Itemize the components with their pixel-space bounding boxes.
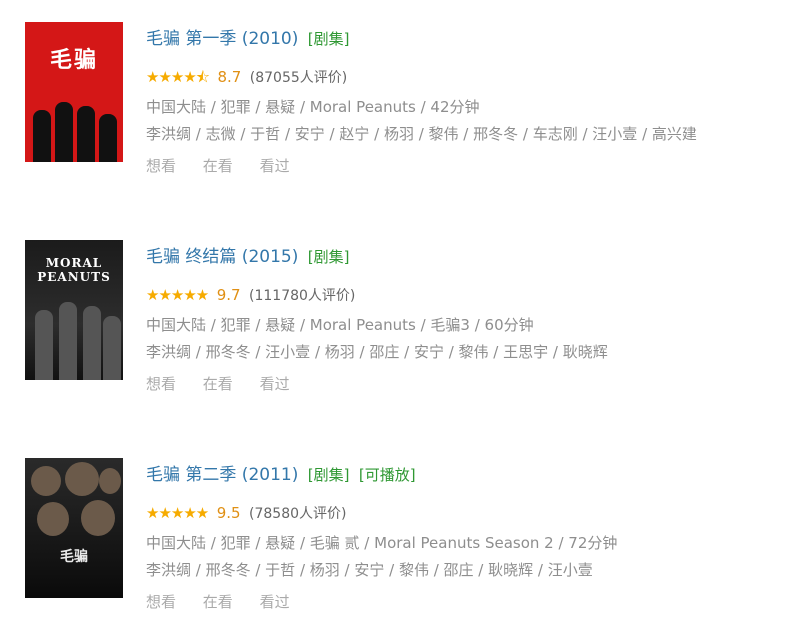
poster-image[interactable]: 毛骗: [25, 22, 123, 162]
rating-stars: ★★★★★: [146, 504, 209, 522]
item-meta: 中国大陆 / 犯罪 / 悬疑 / Moral Peanuts / 毛骗3 / 6…: [146, 316, 534, 334]
tag-playable[interactable]: [可播放]: [359, 466, 416, 484]
poster-image[interactable]: MORAL PEANUTS: [25, 240, 123, 380]
watched-button[interactable]: 看过: [260, 593, 290, 611]
want-to-watch-button[interactable]: 想看: [146, 593, 176, 611]
rating-score: 9.5: [216, 504, 241, 522]
want-to-watch-button[interactable]: 想看: [146, 375, 176, 393]
item-meta: 中国大陆 / 犯罪 / 悬疑 / Moral Peanuts / 42分钟: [146, 98, 480, 116]
rating-stars: ★★★★⯪: [146, 68, 210, 86]
rating-count: (78580人评价): [249, 506, 347, 522]
rating-count: (111780人评价): [249, 288, 356, 304]
result-item: MORAL PEANUTS 毛骗 终结篇 (2015) [剧集] ★★★★★ 9…: [0, 218, 794, 408]
poster-title: 毛骗: [49, 47, 98, 73]
search-result-list: 毛骗 毛骗 第一季 (2010) [剧集] ★★★★⯪ 8.7 (87055人评…: [0, 0, 794, 640]
rating-count: (87055人评价): [249, 70, 348, 86]
watching-button[interactable]: 在看: [203, 593, 233, 611]
item-title-link[interactable]: 毛骗 终结篇 (2015): [146, 247, 298, 267]
watched-button[interactable]: 看过: [260, 157, 290, 175]
poster-image[interactable]: 毛骗: [25, 458, 123, 598]
item-meta: 中国大陆 / 犯罪 / 悬疑 / 毛骗 贰 / Moral Peanuts Se…: [146, 534, 618, 552]
rating-score: 8.7: [217, 68, 242, 86]
result-item: 毛骗 毛骗 第二季 (2011) [剧集] [可播放] ★★★★★ 9.5 (7…: [0, 436, 794, 626]
poster-title: MORAL PEANUTS: [37, 256, 111, 284]
rating-stars: ★★★★★: [146, 286, 209, 304]
watching-button[interactable]: 在看: [203, 157, 233, 175]
item-title-link[interactable]: 毛骗 第二季 (2011): [146, 465, 298, 485]
tag-series[interactable]: [剧集]: [308, 30, 350, 48]
watched-button[interactable]: 看过: [260, 375, 290, 393]
result-item: 毛骗 毛骗 第一季 (2010) [剧集] ★★★★⯪ 8.7 (87055人评…: [0, 0, 794, 190]
item-cast: 李洪绸 / 志微 / 于哲 / 安宁 / 赵宁 / 杨羽 / 黎伟 / 邢冬冬 …: [146, 125, 697, 143]
want-to-watch-button[interactable]: 想看: [146, 157, 176, 175]
poster-title: 毛骗: [60, 549, 88, 565]
rating-score: 9.7: [216, 286, 241, 304]
tag-series[interactable]: [剧集]: [308, 466, 350, 484]
item-title-link[interactable]: 毛骗 第一季 (2010): [146, 29, 298, 49]
watching-button[interactable]: 在看: [203, 375, 233, 393]
item-cast: 李洪绸 / 邢冬冬 / 汪小壹 / 杨羽 / 邵庄 / 安宁 / 黎伟 / 王思…: [146, 343, 608, 361]
item-cast: 李洪绸 / 邢冬冬 / 于哲 / 杨羽 / 安宁 / 黎伟 / 邵庄 / 耿晓辉…: [146, 561, 593, 579]
tag-series[interactable]: [剧集]: [308, 248, 350, 266]
